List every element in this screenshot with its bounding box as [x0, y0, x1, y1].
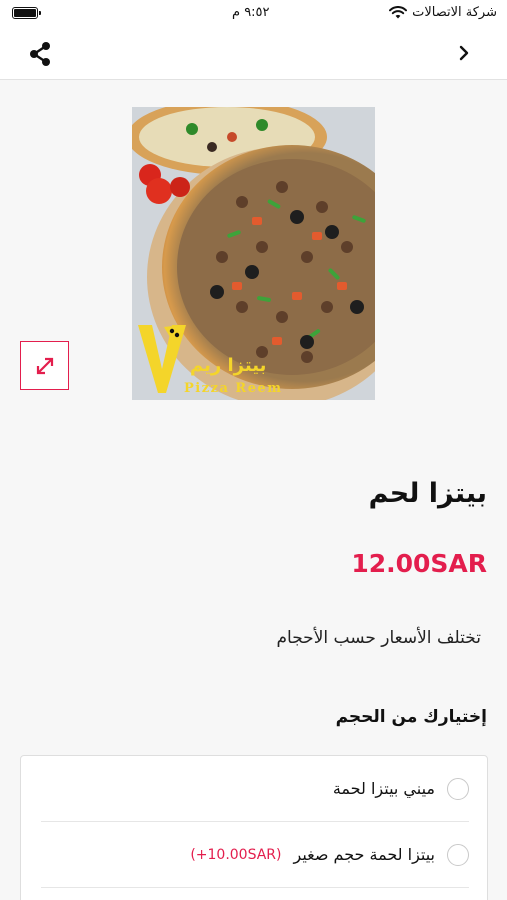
status-bar: ٩:٥٢ م شركة الاتصالات: [0, 0, 507, 28]
expand-icon: [36, 357, 53, 374]
carrier-name: شركة الاتصالات: [412, 5, 497, 20]
expand-image-button[interactable]: [20, 341, 69, 390]
share-icon: [30, 42, 50, 66]
size-option-label: بيتزا لحمة حجم صغير: [293, 845, 436, 864]
product-price: 12.00SAR: [351, 549, 487, 578]
image-logo-text-en: Pizza Reem: [184, 381, 283, 396]
size-option-mini[interactable]: ميني بيتزا لحمة: [41, 756, 469, 822]
size-option-extra-price: (+10.00SAR): [190, 846, 282, 863]
chevron-right-icon: [459, 45, 469, 61]
battery-icon: [12, 7, 41, 19]
radio-button[interactable]: [447, 843, 469, 866]
share-button[interactable]: [26, 40, 54, 68]
price-note: تختلف الأسعار حسب الأحجام: [276, 628, 482, 648]
size-option-label: ميني بيتزا لحمة: [332, 779, 435, 798]
nav-bar: [0, 28, 507, 80]
size-option-small[interactable]: بيتزا لحمة حجم صغير (+10.00SAR): [41, 822, 469, 888]
back-button[interactable]: [455, 41, 473, 65]
radio-button[interactable]: [447, 777, 469, 800]
product-image: بيتزا ريم Pizza Reem: [127, 99, 422, 407]
product-title: بيتزا لحم: [368, 478, 487, 509]
size-options-title: إختيارك من الحجم: [335, 707, 487, 727]
wifi-icon: [389, 6, 408, 19]
size-options-card: ميني بيتزا لحمة بيتزا لحمة حجم صغير (+10…: [20, 755, 488, 900]
carrier-group: شركة الاتصالات: [389, 5, 497, 20]
image-logo-text-ar: بيتزا ريم: [190, 355, 267, 376]
status-time: ٩:٥٢ م: [232, 5, 270, 20]
